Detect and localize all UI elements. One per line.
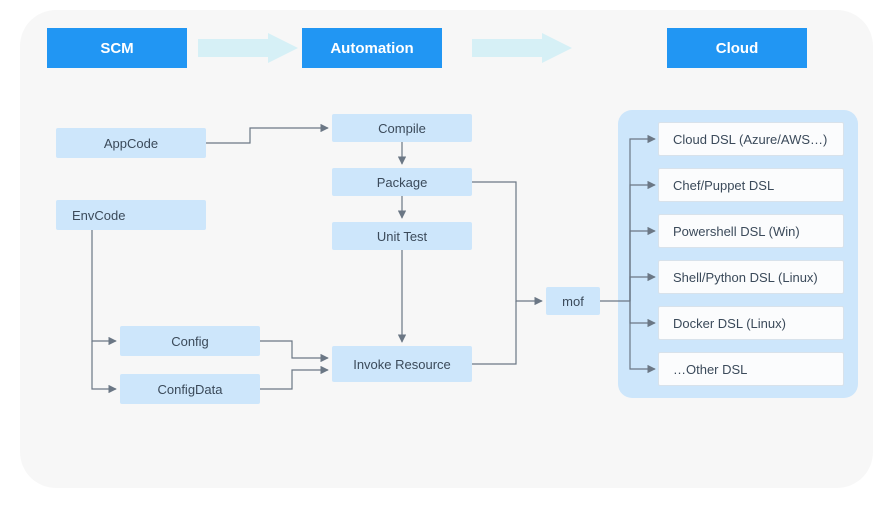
diagram-canvas: SCM Automation Cloud AppCode EnvCode Con…: [20, 10, 873, 488]
node-compile-label: Compile: [378, 121, 426, 136]
cloud-item-label: Chef/Puppet DSL: [673, 178, 774, 193]
node-invoke: Invoke Resource: [332, 346, 472, 382]
node-config: Config: [120, 326, 260, 356]
header-automation-label: Automation: [330, 40, 413, 57]
node-unittest: Unit Test: [332, 222, 472, 250]
stage-arrow-icon: [198, 33, 298, 63]
header-cloud-label: Cloud: [716, 40, 759, 57]
cloud-item: Powershell DSL (Win): [658, 214, 844, 248]
node-envcode: EnvCode: [56, 200, 206, 230]
cloud-item-label: …Other DSL: [673, 362, 747, 377]
node-configdata: ConfigData: [120, 374, 260, 404]
header-scm-label: SCM: [100, 40, 133, 57]
cloud-item: Chef/Puppet DSL: [658, 168, 844, 202]
cloud-item: Docker DSL (Linux): [658, 306, 844, 340]
node-invoke-label: Invoke Resource: [353, 357, 451, 372]
cloud-item: …Other DSL: [658, 352, 844, 386]
node-unittest-label: Unit Test: [377, 229, 427, 244]
node-envcode-label: EnvCode: [72, 208, 125, 223]
node-mof-label: mof: [562, 294, 584, 309]
node-package-label: Package: [377, 175, 428, 190]
header-cloud: Cloud: [667, 28, 807, 68]
cloud-panel: Cloud DSL (Azure/AWS…) Chef/Puppet DSL P…: [618, 110, 858, 398]
cloud-item: Shell/Python DSL (Linux): [658, 260, 844, 294]
node-package: Package: [332, 168, 472, 196]
node-appcode: AppCode: [56, 128, 206, 158]
node-compile: Compile: [332, 114, 472, 142]
node-config-label: Config: [171, 334, 209, 349]
header-automation: Automation: [302, 28, 442, 68]
cloud-item-label: Powershell DSL (Win): [673, 224, 800, 239]
node-appcode-label: AppCode: [104, 136, 158, 151]
node-configdata-label: ConfigData: [157, 382, 222, 397]
node-mof: mof: [546, 287, 600, 315]
cloud-item-label: Shell/Python DSL (Linux): [673, 270, 818, 285]
cloud-item-label: Cloud DSL (Azure/AWS…): [673, 132, 827, 147]
header-scm: SCM: [47, 28, 187, 68]
cloud-item-label: Docker DSL (Linux): [673, 316, 786, 331]
cloud-item: Cloud DSL (Azure/AWS…): [658, 122, 844, 156]
stage-arrow-icon: [472, 33, 572, 63]
